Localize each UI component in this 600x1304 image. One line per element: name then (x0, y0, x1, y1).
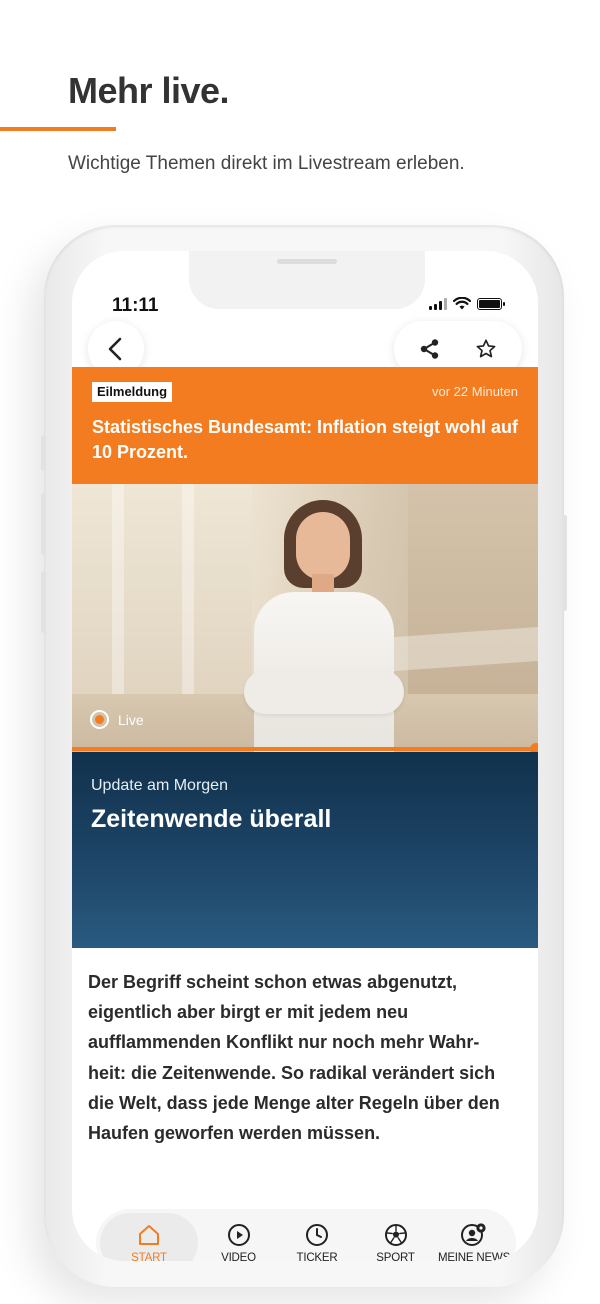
share-icon (420, 339, 439, 359)
video-progress-bar[interactable] (72, 743, 538, 755)
phone-side-button (41, 493, 46, 555)
article-text: Der Begriff scheint schon etwas abgenutz… (88, 972, 500, 1144)
tab-label: VIDEO (221, 1252, 256, 1261)
livestream-player[interactable]: Live (72, 484, 538, 752)
soccer-ball-icon (383, 1222, 409, 1248)
promo-subtitle: Wichtige Themen direkt im Livestream erl… (68, 153, 465, 174)
favorite-button[interactable] (466, 329, 506, 369)
show-kicker: Update am Morgen (91, 777, 228, 794)
tab-label: MEINE NEWS (437, 1252, 511, 1261)
chevron-left-icon (108, 337, 122, 361)
share-button[interactable] (410, 329, 450, 369)
show-title: Zeitenwende überall (91, 805, 332, 833)
breaking-headline: Statistisches Bundesamt: Inflation steig… (92, 417, 519, 462)
play-circle-icon (226, 1222, 252, 1248)
tab-video[interactable]: VIDEO (201, 1213, 277, 1261)
video-progress-fill (72, 747, 538, 751)
home-icon (136, 1222, 162, 1248)
phone-side-button (41, 435, 46, 471)
phone-frame: 11:11 Eilmeldung vor 22 Minuten Statisti… (41, 225, 567, 1287)
app-screen: 11:11 Eilmeldung vor 22 Minuten Statisti… (72, 251, 538, 1261)
tab-label: SPORT (376, 1252, 415, 1261)
phone-notch (189, 251, 425, 309)
breaking-timestamp: vor 22 Minuten (432, 384, 518, 399)
promo-title: Mehr live. (68, 70, 230, 111)
live-indicator: Live (90, 710, 144, 729)
user-settings-icon (461, 1222, 487, 1248)
phone-side-button (41, 571, 46, 633)
tab-label: START (131, 1252, 167, 1261)
tab-label: TICKER (296, 1252, 338, 1261)
promo-accent-line (0, 127, 116, 131)
bottom-tab-bar: START VIDEO TICKER SPORT MEINE NEWS (96, 1209, 516, 1261)
speaker-grille (277, 259, 337, 264)
presenter-image (244, 500, 404, 752)
battery-icon (477, 298, 505, 310)
tab-start[interactable]: START (100, 1213, 198, 1261)
status-icons (429, 297, 505, 310)
wifi-icon (453, 297, 471, 310)
clock-icon (304, 1222, 330, 1248)
tab-ticker[interactable]: TICKER (279, 1213, 355, 1261)
show-info-panel: Update am Morgen Zeitenwende überall (72, 752, 538, 948)
live-label: Live (118, 711, 144, 728)
tab-meine-news[interactable]: MEINE NEWS (436, 1213, 512, 1261)
live-dot-icon (90, 710, 109, 729)
phone-side-button (562, 515, 567, 611)
tab-sport[interactable]: SPORT (358, 1213, 434, 1261)
star-outline-icon (476, 339, 496, 358)
breaking-news-banner[interactable]: Eilmeldung vor 22 Minuten Statistisches … (72, 367, 538, 484)
status-time: 11:11 (112, 295, 159, 316)
cellular-signal-icon (429, 298, 447, 310)
breaking-badge: Eilmeldung (92, 382, 173, 402)
